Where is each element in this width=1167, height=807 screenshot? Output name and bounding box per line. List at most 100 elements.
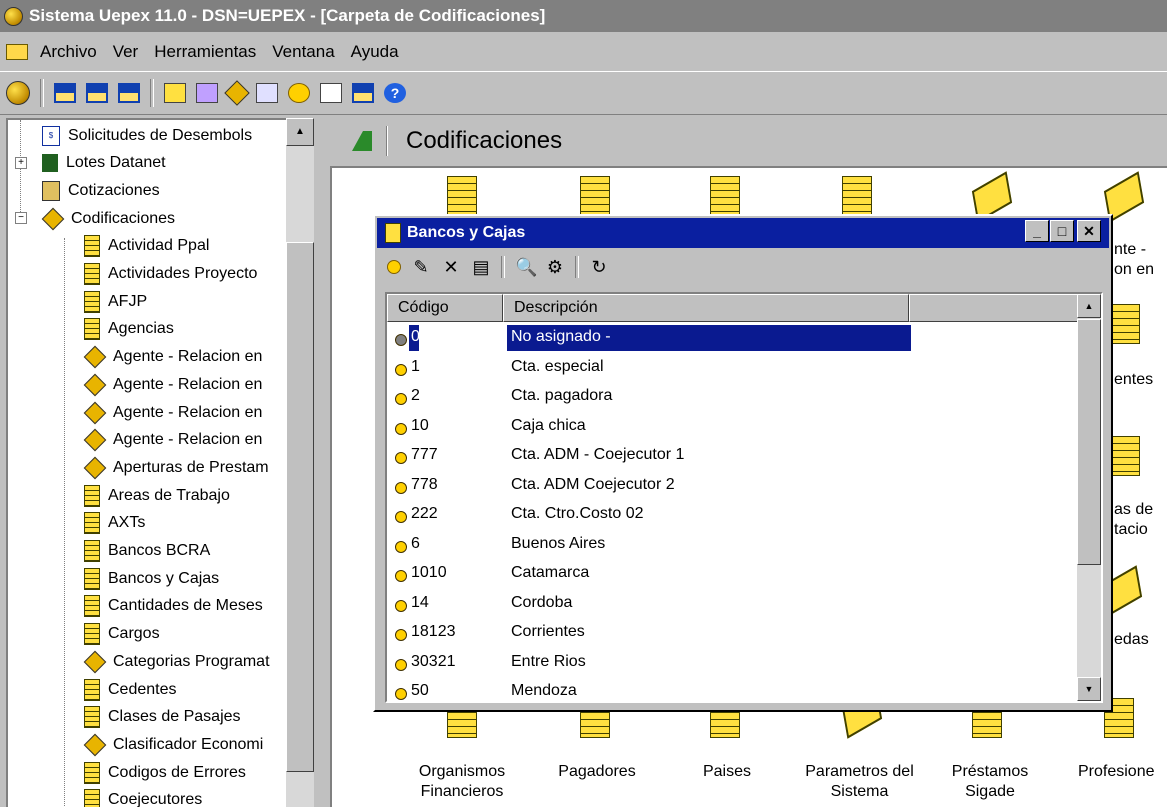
records-list[interactable]: Código Descripción 0 No asignado - 1 Cta. e… [385, 292, 1103, 703]
tree-item[interactable]: Bancos BCRA [84, 538, 210, 565]
tree-item[interactable]: Codigos de Errores [84, 759, 246, 786]
tree-item[interactable]: Clases de Pasajes [84, 704, 241, 731]
help-icon[interactable]: ? [384, 83, 406, 103]
icon-label-prestamos[interactable]: Préstamos Sigade [930, 762, 1050, 802]
menu-ver[interactable]: Ver [105, 38, 147, 66]
book-icon[interactable] [320, 83, 342, 103]
pane-splitter[interactable] [316, 118, 328, 807]
table-row[interactable]: 2 Cta. pagadora [387, 383, 1077, 412]
delete-icon[interactable]: ✕ [441, 257, 461, 277]
dialog-titlebar[interactable]: Bancos y Cajas [377, 218, 1109, 248]
icon-label-profesiones[interactable]: Profesione [1072, 762, 1167, 782]
tree-item[interactable]: Cedentes [84, 676, 177, 703]
table-row[interactable]: 30321 Entre Rios [387, 649, 1077, 678]
tree-item[interactable]: Areas de Trabajo [84, 482, 230, 509]
codification-icon[interactable] [580, 176, 610, 216]
green-arrow-icon[interactable] [352, 131, 372, 151]
table-row[interactable]: 777 Cta. ADM - Coejecutor 1 [387, 442, 1077, 471]
table-row[interactable]: 50 Mendoza [387, 678, 1077, 701]
tree-item[interactable]: Agente - Relacion en [83, 371, 262, 398]
new-record-icon[interactable] [387, 260, 401, 274]
tree-item[interactable]: Agente - Relacion en [83, 344, 262, 371]
table-row[interactable]: 0 No asignado - [387, 324, 1077, 353]
close-button[interactable]: ✕ [1077, 220, 1101, 242]
window-icon[interactable] [54, 83, 76, 103]
codification-icon[interactable] [842, 176, 872, 216]
table-row[interactable]: 14 Cordoba [387, 590, 1077, 619]
tree-scrollbar[interactable]: ▲ [286, 118, 314, 807]
menu-ventana[interactable]: Ventana [264, 38, 342, 66]
icon-label-pagadores[interactable]: Pagadores [537, 762, 657, 782]
menu-herramientas[interactable]: Herramientas [146, 38, 264, 66]
icon-label-paises[interactable]: Paises [667, 762, 787, 782]
icon-label-parametros[interactable]: Parametros del Sistema [792, 762, 927, 802]
folder-icon[interactable] [6, 44, 28, 60]
partial-label[interactable]: as de [1114, 500, 1153, 520]
tree-item[interactable]: Agencias [84, 316, 174, 343]
properties-icon[interactable]: ▤ [471, 257, 491, 277]
codification-icon[interactable] [447, 176, 477, 216]
list-scrollbar[interactable]: ▲ ▼ [1077, 294, 1101, 701]
table-row[interactable]: 1 Cta. especial [387, 354, 1077, 383]
tree-item[interactable]: AXTs [84, 510, 145, 537]
scroll-thumb[interactable] [286, 242, 314, 772]
tree-item[interactable]: Cargos [84, 621, 160, 648]
scroll-up-arrow-icon[interactable]: ▲ [286, 118, 314, 146]
partial-label[interactable]: nte - [1114, 240, 1146, 260]
partial-label[interactable]: on en [1114, 260, 1154, 280]
documents-icon[interactable] [196, 83, 218, 103]
tree-item[interactable]: Codificaciones [41, 205, 175, 232]
tree-item[interactable]: Actividades Proyecto [84, 261, 257, 288]
table-row[interactable]: 222 Cta. Ctro.Costo 02 [387, 501, 1077, 530]
menu-archivo[interactable]: Archivo [32, 38, 105, 66]
coin-icon[interactable] [288, 83, 310, 103]
tree-item[interactable]: Cotizaciones [42, 177, 160, 204]
codification-icon[interactable] [1110, 436, 1140, 476]
tree-item[interactable]: $ Solicitudes de Desembols [42, 122, 252, 149]
tree-item[interactable]: Coejecutores [84, 787, 202, 807]
table-row[interactable]: 1010 Catamarca [387, 560, 1077, 589]
table-row[interactable]: 18123 Corrientes [387, 619, 1077, 648]
partial-label[interactable]: edas [1114, 630, 1149, 650]
tree-item[interactable]: Categorias Programat [83, 648, 270, 675]
refresh-icon[interactable]: ↻ [589, 257, 609, 277]
window-icon[interactable] [352, 83, 374, 103]
codification-icon[interactable] [1110, 304, 1140, 344]
tree-item[interactable]: Actividad Ppal [84, 233, 209, 260]
table-row[interactable]: 6 Buenos Aires [387, 531, 1077, 560]
tree-item[interactable]: Lotes Datanet [42, 150, 166, 177]
column-header-codigo[interactable]: Código [387, 294, 503, 322]
partial-label[interactable]: entes [1114, 370, 1153, 390]
document-icon[interactable] [164, 83, 186, 103]
tree-item[interactable]: Cantidades de Meses [84, 593, 263, 620]
tree-item[interactable]: Clasificador Economi [83, 731, 263, 758]
maximize-button[interactable]: □ [1050, 220, 1074, 242]
filter-icon[interactable]: ⚙ [545, 257, 565, 277]
window-icon[interactable] [118, 83, 140, 103]
scroll-down-arrow-icon[interactable]: ▼ [1077, 677, 1101, 701]
tree-item[interactable]: Aperturas de Prestam [83, 454, 269, 481]
codification-icon[interactable] [710, 176, 740, 216]
tools-icon[interactable] [256, 83, 278, 103]
icon-label-organismos[interactable]: Organismos Financieros [402, 762, 522, 802]
scroll-thumb[interactable] [1077, 319, 1101, 565]
tree-item-label: Coejecutores [108, 791, 203, 807]
table-row[interactable]: 778 Cta. ADM Coejecutor 2 [387, 472, 1077, 501]
tree-item[interactable]: Bancos y Cajas [84, 565, 219, 592]
table-row[interactable]: 10 Caja chica [387, 413, 1077, 442]
diamond-icon[interactable] [224, 80, 250, 106]
expand-icon[interactable]: + [15, 156, 27, 169]
tree-item[interactable]: Agente - Relacion en [83, 399, 262, 426]
find-icon[interactable]: 🔍 [515, 257, 537, 277]
window-icon[interactable] [86, 83, 108, 103]
tree-item[interactable]: Agente - Relacion en [83, 427, 262, 454]
partial-label[interactable]: tacio [1114, 520, 1148, 540]
scroll-up-arrow-icon[interactable]: ▲ [1077, 294, 1101, 318]
edit-icon[interactable]: ✎ [411, 257, 431, 277]
tree-item[interactable]: AFJP [84, 288, 147, 315]
collapse-icon[interactable]: − [15, 212, 27, 225]
minimize-button[interactable]: _ [1025, 220, 1049, 242]
menu-ayuda[interactable]: Ayuda [343, 38, 407, 66]
column-header-descripcion[interactable]: Descripción [503, 294, 909, 322]
globe-icon[interactable] [6, 81, 30, 105]
